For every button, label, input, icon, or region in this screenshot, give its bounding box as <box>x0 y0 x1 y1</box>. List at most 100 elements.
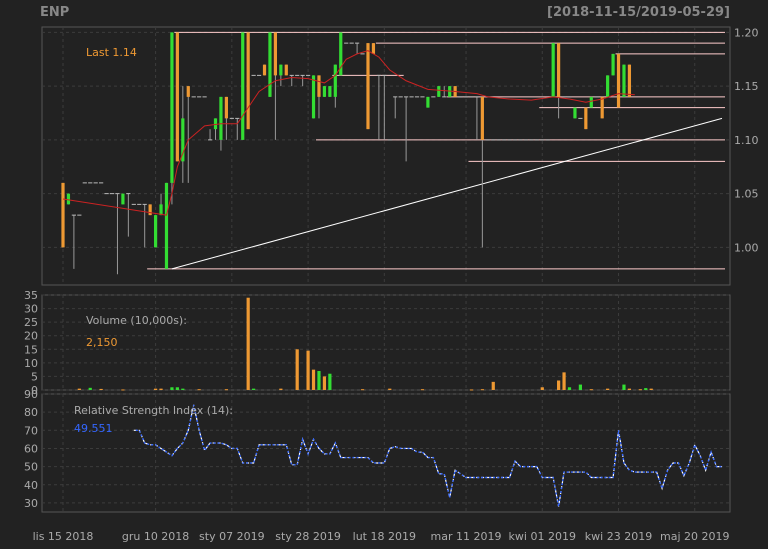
x-tick-label: lis 15 2018 <box>33 530 94 543</box>
volume-panel-tick-label: 10 <box>24 357 38 370</box>
candle-body <box>268 32 272 97</box>
rsi-panel-tick-label: 30 <box>24 497 38 510</box>
x-tick-label: maj 20 2019 <box>660 530 730 543</box>
volume-bar <box>469 389 474 391</box>
volume-bar <box>311 369 316 390</box>
candle-body <box>371 43 376 54</box>
candle-body <box>622 64 626 97</box>
volume-bar <box>322 376 327 390</box>
rsi-panel-tick-label: 70 <box>24 424 38 437</box>
stock-chart: 1.001.051.101.151.2005101520253035304050… <box>24 26 759 543</box>
price-panel-tick-label: 1.15 <box>734 80 759 93</box>
rsi-panel-tick-label: 50 <box>24 461 38 474</box>
volume-bar <box>306 350 310 390</box>
candle-body <box>284 64 288 76</box>
price-panel-tick-label: 1.00 <box>734 241 759 254</box>
volume-panel-tick-label: 25 <box>24 316 38 329</box>
x-tick-label: lut 18 2019 <box>353 530 416 543</box>
candle-body <box>273 32 278 76</box>
volume-bar <box>224 389 228 391</box>
candle-body <box>164 182 169 269</box>
volume-panel-tick-label: 20 <box>24 330 38 343</box>
candle-body <box>480 96 484 140</box>
volume-bar <box>77 388 81 390</box>
volume-bar <box>540 387 544 390</box>
x-tick-label: kwi 01 2019 <box>509 530 576 543</box>
rsi-panel-tick-label: 90 <box>24 388 38 401</box>
volume-panel-tick-label: 5 <box>31 370 38 383</box>
candle-body <box>148 204 152 216</box>
volume-bar <box>644 388 648 390</box>
candle-body <box>279 64 283 76</box>
volume-bar <box>589 389 593 391</box>
volume-bar <box>88 387 92 390</box>
x-tick-label: sty 28 2019 <box>275 530 341 543</box>
candle-body <box>175 32 179 162</box>
candle-body <box>600 96 604 119</box>
volume-bar <box>622 384 626 390</box>
volume-bar <box>159 388 163 390</box>
x-tick-label: kwi 23 2019 <box>585 530 652 543</box>
volume-bar <box>627 388 632 390</box>
rsi-last-value: 49.551 <box>74 422 113 435</box>
candle-body <box>262 64 267 76</box>
volume-bar <box>279 388 283 390</box>
volume-bar <box>252 388 256 390</box>
candle-body <box>551 43 555 97</box>
volume-bar <box>246 297 250 390</box>
candle-body <box>606 75 610 97</box>
price-panel-tick-label: 1.10 <box>734 134 759 147</box>
volume-bar <box>181 388 185 390</box>
volume-bar <box>121 389 125 391</box>
candle-body <box>224 96 228 119</box>
candle-body <box>616 53 621 108</box>
candle-body <box>584 107 588 130</box>
candle-body <box>241 32 245 140</box>
candle-body <box>328 86 332 97</box>
volume-bar <box>328 373 332 390</box>
candle-body <box>121 193 125 205</box>
candle-body <box>589 96 593 108</box>
candle-body <box>437 86 441 97</box>
volume-bar <box>578 384 582 390</box>
volume-bar <box>360 389 365 391</box>
candle-body <box>170 32 174 183</box>
x-tick-label: sty 07 2019 <box>199 530 265 543</box>
volume-bar <box>99 388 103 390</box>
candle-body <box>333 64 337 97</box>
rsi-legend: Relative Strength Index (14): <box>74 404 233 417</box>
candle-body <box>322 86 327 97</box>
candle-body <box>61 182 65 248</box>
candle-body <box>186 86 190 97</box>
candle-body <box>557 43 561 97</box>
volume-bar <box>638 389 642 391</box>
volume-bar <box>567 387 572 390</box>
candle-body <box>611 53 615 76</box>
volume-panel-tick-label: 15 <box>24 343 38 356</box>
volume-bar <box>606 388 610 390</box>
volume-bar <box>480 389 484 391</box>
candle-body <box>219 96 223 140</box>
volume-bar <box>317 371 321 390</box>
volume-legend: Volume (10,000s): <box>86 314 187 327</box>
x-tick-label: mar 11 2019 <box>431 530 502 543</box>
volume-bar <box>557 380 561 390</box>
candle-body <box>627 64 632 97</box>
candle-body <box>366 43 370 130</box>
x-tick-label: gru 10 2018 <box>122 530 189 543</box>
volume-panel-frame <box>41 294 731 391</box>
price-panel-tick-label: 1.20 <box>734 26 759 39</box>
volume-bar <box>491 381 495 390</box>
rsi-panel-tick-label: 80 <box>24 406 38 419</box>
candle-body <box>311 75 316 119</box>
rsi-panel-tick-label: 40 <box>24 479 38 492</box>
volume-panel-tick-label: 35 <box>24 289 38 302</box>
candle-body <box>153 215 158 248</box>
candle-body <box>573 107 577 119</box>
rsi-line <box>133 404 722 507</box>
volume-bar <box>295 349 299 390</box>
candle-body <box>246 32 250 130</box>
candle-body <box>213 118 218 130</box>
candle-body <box>159 204 163 216</box>
volume-last-value: 2,150 <box>86 336 118 349</box>
